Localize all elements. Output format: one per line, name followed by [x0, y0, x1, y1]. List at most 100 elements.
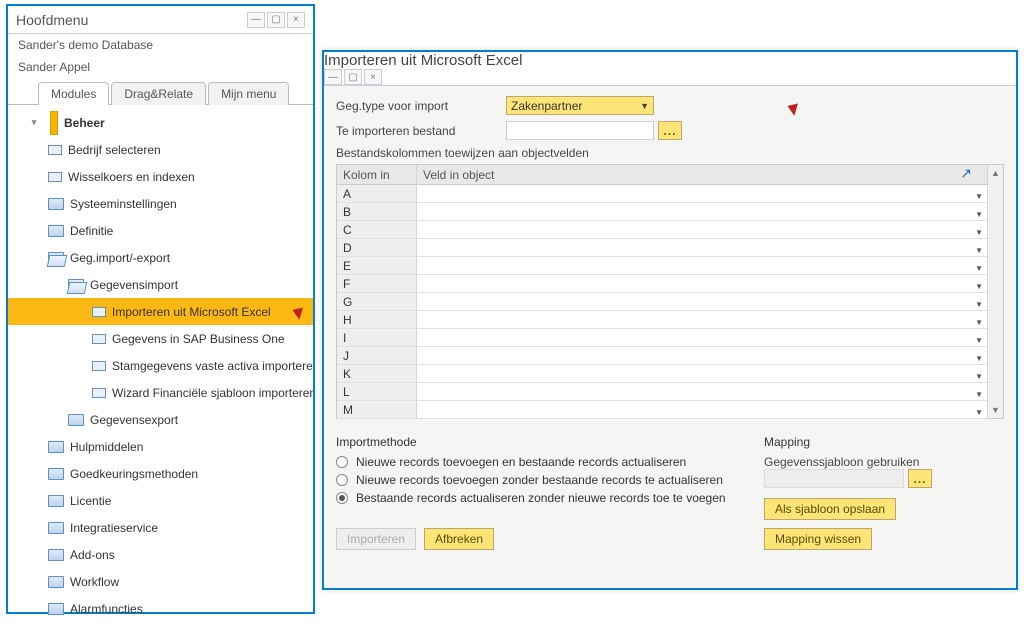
grid-cell-veld[interactable]: ▼	[417, 221, 988, 239]
chevron-down-icon: ▼	[975, 296, 983, 311]
item-icon	[48, 172, 62, 182]
tree-gegevens-sap[interactable]: Gegevens in SAP Business One	[8, 325, 313, 352]
cancel-button[interactable]: Afbreken	[424, 528, 494, 550]
grid-cell-veld[interactable]: ▼	[417, 185, 988, 203]
grid-row[interactable]: D▼	[337, 239, 988, 257]
tree-addons[interactable]: Add-ons	[8, 541, 313, 568]
col-header-kolom: Kolom in bestand	[337, 165, 417, 185]
grid-cell-veld[interactable]: ▼	[417, 401, 988, 419]
grid-row[interactable]: K▼	[337, 365, 988, 383]
popout-icon[interactable]: ↗	[954, 165, 972, 183]
grid-cell-veld[interactable]: ▼	[417, 329, 988, 347]
grid-cell-kolom: A	[337, 185, 417, 203]
save-template-button[interactable]: Als sjabloon opslaan	[764, 498, 896, 520]
tree-label: Alarmfuncties	[70, 602, 143, 616]
grid-cell-kolom: K	[337, 365, 417, 383]
maximize-button[interactable]: ▢	[267, 12, 285, 28]
tree-stamgegevens-activa[interactable]: Stamgegevens vaste activa importeren	[8, 352, 313, 379]
import-method-option[interactable]: Nieuwe records toevoegen en bestaande re…	[336, 455, 744, 469]
tree-licentie[interactable]: Licentie	[8, 487, 313, 514]
tab-mijn-menu[interactable]: Mijn menu	[208, 82, 289, 105]
tab-modules[interactable]: Modules	[38, 82, 109, 105]
grid-row[interactable]: I▼	[337, 329, 988, 347]
grid-cell-veld[interactable]: ▼	[417, 257, 988, 275]
item-icon	[92, 307, 106, 317]
chevron-down-icon: ▼	[975, 224, 983, 239]
import-method-option[interactable]: Bestaande records actualiseren zonder ni…	[336, 491, 744, 505]
maximize-button[interactable]: ▢	[344, 69, 362, 85]
grid-row[interactable]: C▼	[337, 221, 988, 239]
grid-row[interactable]: H▼	[337, 311, 988, 329]
main-title: Hoofdmenu	[16, 12, 88, 28]
grid-cell-veld[interactable]: ▼	[417, 203, 988, 221]
user-label: Sander Appel	[8, 56, 313, 78]
main-window-controls: — ▢ ×	[247, 12, 305, 28]
tree-gegevensexport[interactable]: Gegevensexport	[8, 406, 313, 433]
grid-row[interactable]: L▼	[337, 383, 988, 401]
chevron-down-icon: ▼	[975, 386, 983, 401]
tab-drag-relate[interactable]: Drag&Relate	[111, 82, 206, 105]
tree-definitie[interactable]: Definitie	[8, 217, 313, 244]
grid-cell-veld[interactable]: ▼	[417, 383, 988, 401]
import-method-option[interactable]: Nieuwe records toevoegen zonder bestaand…	[336, 473, 744, 487]
close-button[interactable]: ×	[287, 12, 305, 28]
grid-cell-veld[interactable]: ▼	[417, 347, 988, 365]
tree-wisselkoers[interactable]: Wisselkoers en indexen	[8, 163, 313, 190]
grid-cell-veld[interactable]: ▼	[417, 275, 988, 293]
col-header-veld: Veld in object	[417, 165, 988, 185]
tree-gegevensimport[interactable]: Gegevensimport	[8, 271, 313, 298]
tree-label: Systeeminstellingen	[70, 197, 177, 211]
item-icon	[92, 334, 106, 344]
grid-cell-veld[interactable]: ▼	[417, 365, 988, 383]
scroll-down-icon[interactable]: ▼	[991, 402, 1000, 418]
tree-alarmfuncties[interactable]: Alarmfuncties	[8, 595, 313, 622]
tree-goedkeuringsmethoden[interactable]: Goedkeuringsmethoden	[8, 460, 313, 487]
tree-workflow[interactable]: Workflow	[8, 568, 313, 595]
mapping-browse-button[interactable]: ...	[908, 469, 932, 488]
minimize-button[interactable]: —	[324, 69, 342, 85]
caret-icon: ▾	[28, 117, 40, 129]
tree-geg-import-export[interactable]: Geg.import/-export	[8, 244, 313, 271]
radio-label: Nieuwe records toevoegen en bestaande re…	[356, 455, 686, 469]
tree-label: Workflow	[70, 575, 119, 589]
minimize-button[interactable]: —	[247, 12, 265, 28]
grid-row[interactable]: G▼	[337, 293, 988, 311]
chevron-down-icon: ▼	[975, 242, 983, 257]
grid-row[interactable]: M▼	[337, 401, 988, 419]
import-title: Importeren uit Microsoft Excel	[324, 52, 522, 69]
main-menu-window: Hoofdmenu — ▢ × Sander's demo Database S…	[6, 4, 315, 614]
grid-row[interactable]: E▼	[337, 257, 988, 275]
grid-row[interactable]: J▼	[337, 347, 988, 365]
import-button[interactable]: Importeren	[336, 528, 416, 550]
tree-label: Gegevens in SAP Business One	[112, 332, 285, 346]
close-button[interactable]: ×	[364, 69, 382, 85]
tree-integratieservice[interactable]: Integratieservice	[8, 514, 313, 541]
grid-scrollbar[interactable]: ▲ ▼	[988, 164, 1004, 419]
tree-bedrijf-selecteren[interactable]: Bedrijf selecteren	[8, 136, 313, 163]
scroll-up-icon[interactable]: ▲	[991, 165, 1000, 181]
mapping-template-row: Gegevenssjabloon gebruiken	[764, 455, 1004, 469]
tree-label: Bedrijf selecteren	[68, 143, 161, 157]
grid-cell-veld[interactable]: ▼	[417, 311, 988, 329]
grid-cell-veld[interactable]: ▼	[417, 293, 988, 311]
browse-button[interactable]: ...	[658, 121, 682, 140]
mapping-group: Mapping Gegevenssjabloon gebruiken ... A…	[764, 435, 1004, 554]
tree-beheer[interactable]: ▾ Beheer	[8, 109, 313, 136]
grid-row[interactable]: F▼	[337, 275, 988, 293]
tree-hulpmiddelen[interactable]: Hulpmiddelen	[8, 433, 313, 460]
tree-label: Licentie	[70, 494, 111, 508]
tree-label: Add-ons	[70, 548, 115, 562]
modules-panel: ▾ Beheer Bedrijf selecteren Wisselkoers …	[8, 104, 313, 624]
mapping-template-input[interactable]	[764, 469, 904, 488]
file-input[interactable]	[506, 121, 654, 140]
tree-wizard-fin-sjabloon[interactable]: Wizard Financiële sjabloon importeren	[8, 379, 313, 406]
tree-systeeminstellingen[interactable]: Systeeminstellingen	[8, 190, 313, 217]
chevron-down-icon: ▼	[975, 350, 983, 365]
dropdown-value: Zakenpartner	[511, 99, 582, 113]
grid-cell-veld[interactable]: ▼	[417, 239, 988, 257]
clear-mapping-button[interactable]: Mapping wissen	[764, 528, 872, 550]
grid-row[interactable]: A▼	[337, 185, 988, 203]
tree-import-excel[interactable]: Importeren uit Microsoft Excel	[8, 298, 313, 325]
data-type-dropdown[interactable]: Zakenpartner ▼	[506, 96, 654, 115]
grid-row[interactable]: B▼	[337, 203, 988, 221]
